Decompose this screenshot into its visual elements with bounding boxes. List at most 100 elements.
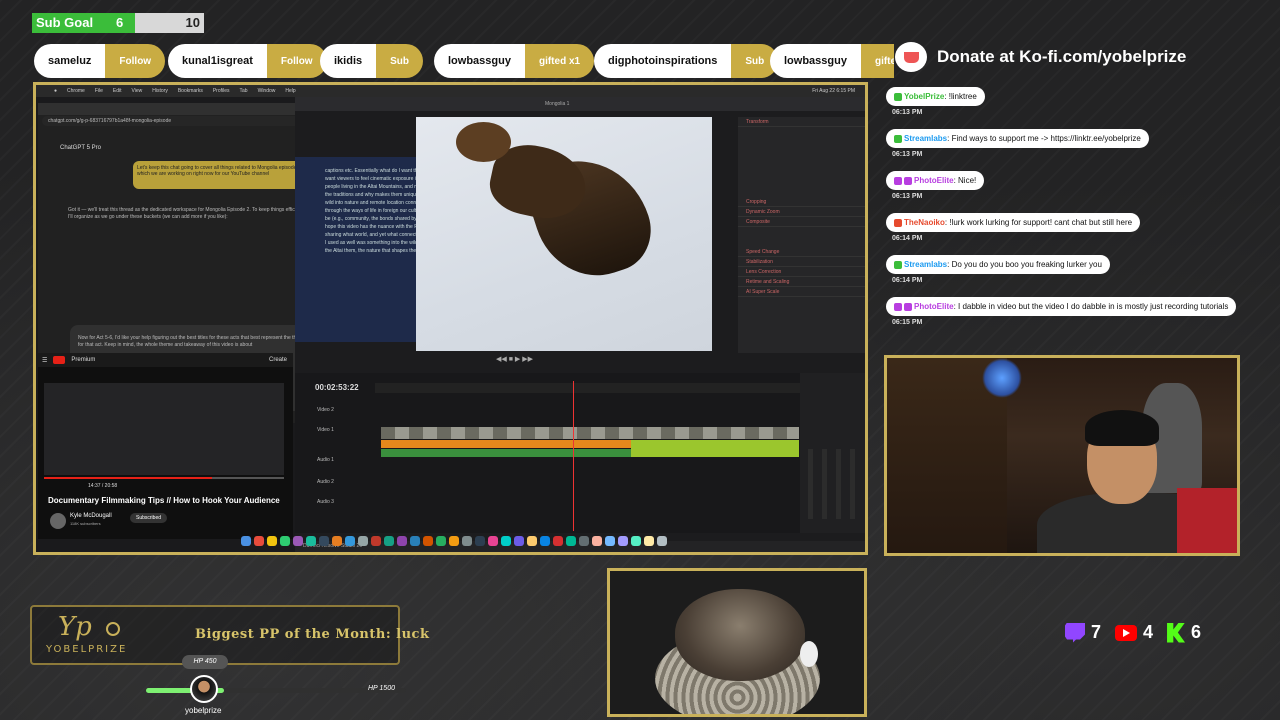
app-icon[interactable] — [513, 536, 524, 546]
mixer-fader[interactable] — [822, 449, 827, 519]
ticker-item: digphotoinspirations Sub — [594, 44, 779, 78]
youtube-count-value: 4 — [1143, 622, 1154, 642]
menu-edit[interactable]: Edit — [113, 88, 122, 94]
hp-max: HP 1500 — [368, 685, 395, 692]
hp-bar — [146, 688, 406, 693]
app-icon[interactable] — [344, 536, 355, 546]
cat-paw — [800, 641, 818, 667]
app-icon[interactable] — [591, 536, 602, 546]
chat-user: PhotoElite — [914, 176, 954, 185]
app-icon[interactable] — [474, 536, 485, 546]
app-icon[interactable] — [617, 536, 628, 546]
app-icon[interactable] — [604, 536, 615, 546]
inspector-section[interactable]: Dynamic Zoom — [738, 207, 865, 217]
app-icon[interactable] — [318, 536, 329, 546]
inspector-section[interactable]: Speed Change — [738, 247, 865, 257]
chat-text: : Do you do you boo you freaking lurker … — [947, 260, 1102, 269]
app-icon[interactable] — [253, 536, 264, 546]
app-icon[interactable] — [552, 536, 563, 546]
resolve-toolbar[interactable]: Mongolia 1 — [295, 97, 865, 111]
menu-view[interactable]: View — [132, 88, 143, 94]
app-icon[interactable] — [565, 536, 576, 546]
app-icon[interactable] — [461, 536, 472, 546]
youtube-window: ☰ Premium Create 14:37 / 20:58 Documenta… — [38, 353, 293, 539]
mixer-fader[interactable] — [836, 449, 841, 519]
youtube-subscriber-count: 118K subscribers — [70, 521, 101, 526]
apple-icon[interactable]: ● — [54, 88, 57, 94]
mixer-fader[interactable] — [850, 449, 855, 519]
inspector-section[interactable]: Composite — [738, 217, 865, 227]
audio-clip[interactable] — [381, 449, 631, 457]
app-icon[interactable] — [305, 536, 316, 546]
youtube-progress-bar[interactable] — [44, 477, 284, 479]
app-icon[interactable] — [396, 536, 407, 546]
youtube-channel-name[interactable]: Kyle McDougall — [70, 513, 112, 519]
video-clip[interactable] — [381, 427, 799, 439]
transport-controls[interactable]: ◀◀ ■ ▶ ▶▶ — [416, 355, 712, 365]
app-icon[interactable] — [266, 536, 277, 546]
app-icon[interactable] — [279, 536, 290, 546]
menu-icon[interactable]: ☰ — [42, 357, 47, 364]
menu-profiles[interactable]: Profiles — [213, 88, 230, 94]
red-sleeve — [1177, 488, 1237, 553]
youtube-logo-icon[interactable] — [53, 356, 66, 364]
youtube-video-player[interactable] — [44, 383, 284, 475]
youtube-premium-label[interactable]: Premium — [71, 357, 95, 363]
inspector-section[interactable]: AI Super Scale — [738, 287, 865, 297]
menu-bookmarks[interactable]: Bookmarks — [178, 88, 203, 94]
inspector-section[interactable]: Retime and Scaling — [738, 277, 865, 287]
app-icon[interactable] — [539, 536, 550, 546]
inspector-section[interactable]: Transform — [738, 117, 865, 127]
trash-icon[interactable] — [656, 536, 667, 546]
app-icon[interactable] — [643, 536, 654, 546]
app-icon[interactable] — [409, 536, 420, 546]
inspector-section[interactable]: Stabilization — [738, 257, 865, 267]
app-icon[interactable] — [630, 536, 641, 546]
app-icon[interactable] — [383, 536, 394, 546]
chatgpt-model-title[interactable]: ChatGPT 5 Pro — [60, 145, 101, 151]
app-icon[interactable] — [578, 536, 589, 546]
browser-tabs[interactable] — [38, 103, 323, 115]
subscribed-button[interactable]: Subscribed — [130, 513, 168, 523]
mac-menubar: ● Chrome File Edit View History Bookmark… — [36, 85, 865, 97]
menu-help[interactable]: Help — [285, 88, 295, 94]
playhead[interactable] — [573, 381, 574, 531]
app-icon[interactable] — [500, 536, 511, 546]
track-label: Audio 1 — [317, 457, 334, 463]
track-label: Audio 3 — [317, 499, 334, 505]
timeline[interactable]: 00:02:53:22 Video 2 Video 1 Audio 1 Audi… — [295, 373, 815, 533]
video-viewer[interactable] — [416, 117, 712, 351]
menu-chrome[interactable]: Chrome — [67, 88, 85, 94]
menu-tab[interactable]: Tab — [240, 88, 248, 94]
menubar-clock: Fri Aug 22 6:15 PM — [812, 88, 855, 94]
app-icon[interactable] — [331, 536, 342, 546]
app-icon[interactable] — [292, 536, 303, 546]
chat-bubble: Streamlabs: Find ways to support me -> h… — [886, 129, 1149, 148]
audio-clip[interactable] — [631, 440, 799, 457]
app-icon[interactable] — [370, 536, 381, 546]
app-icon[interactable] — [487, 536, 498, 546]
inspector-section[interactable]: Lens Correction — [738, 267, 865, 277]
timeline-ruler[interactable] — [375, 383, 815, 393]
inspector-section[interactable]: Cropping — [738, 197, 865, 207]
app-icon[interactable] — [448, 536, 459, 546]
menu-history[interactable]: History — [152, 88, 168, 94]
chat-message: Streamlabs: Find ways to support me -> h… — [886, 128, 1149, 158]
app-icon[interactable] — [435, 536, 446, 546]
viewer-title: Mongolia 1 — [545, 101, 570, 107]
browser-url-bar[interactable]: chatgpt.com/g/g-p-683716797b1a48f-mongol… — [42, 116, 319, 126]
play-controls-icon[interactable]: ◀◀ ■ ▶ ▶▶ — [496, 355, 533, 363]
app-icon[interactable] — [526, 536, 537, 546]
menu-window[interactable]: Window — [258, 88, 276, 94]
sun-logo-icon — [106, 622, 120, 636]
chat-bubble: PhotoElite: Nice! — [886, 171, 985, 190]
mixer-fader[interactable] — [808, 449, 813, 519]
finder-icon[interactable] — [240, 536, 251, 546]
app-icon[interactable] — [357, 536, 368, 546]
channel-avatar[interactable] — [50, 513, 66, 529]
menu-file[interactable]: File — [95, 88, 103, 94]
audio-clip[interactable] — [381, 440, 631, 448]
youtube-time: 14:37 / 20:58 — [88, 483, 118, 489]
create-button[interactable]: Create — [269, 357, 287, 363]
app-icon[interactable] — [422, 536, 433, 546]
